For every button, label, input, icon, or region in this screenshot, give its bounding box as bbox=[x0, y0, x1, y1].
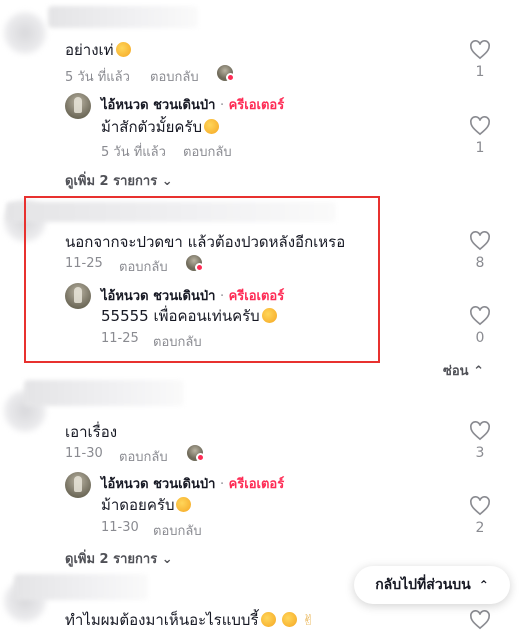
reply-date: 11-25 bbox=[101, 331, 139, 346]
comment-text: อย่างเท่ bbox=[65, 38, 131, 62]
emoji-icon bbox=[115, 42, 131, 57]
like-count: 1 bbox=[475, 140, 485, 156]
comment-date: 11-25 bbox=[65, 256, 103, 271]
creator-avatar[interactable] bbox=[65, 283, 91, 309]
reply-button[interactable]: ตอบกลับ bbox=[119, 256, 168, 277]
back-to-top-button[interactable]: กลับไปที่ส่วนบน ⌃ bbox=[354, 566, 510, 604]
emoji-icon bbox=[204, 119, 220, 134]
reply-author[interactable]: ไอ้หนวด ชวนเดินป่า · ครีเอเตอร์ bbox=[101, 94, 284, 115]
commenter-name[interactable] bbox=[24, 380, 184, 406]
chevron-up-icon: ⌃ bbox=[473, 364, 484, 379]
like-count: 8 bbox=[475, 255, 485, 271]
like-heart-icon[interactable] bbox=[469, 421, 491, 441]
double-chevron-up-icon: ⌃ bbox=[478, 578, 489, 592]
creator-avatar[interactable] bbox=[65, 93, 91, 119]
emoji-icon bbox=[260, 612, 276, 627]
emoji-icon bbox=[176, 497, 192, 512]
reply-author[interactable]: ไอ้หนวด ชวนเดินป่า · ครีเอเตอร์ bbox=[101, 473, 284, 494]
creator-liked-heart-badge bbox=[195, 263, 204, 272]
creator-label: ครีเอเตอร์ bbox=[228, 98, 285, 113]
commenter-name[interactable] bbox=[48, 6, 198, 28]
like-heart-icon[interactable] bbox=[469, 306, 491, 326]
comment-text: นอกจากจะปวดขา แล้วต้องปวดหลังอีกเหรอ bbox=[65, 233, 346, 251]
reply-button[interactable]: ตอบกลับ bbox=[153, 331, 202, 352]
reply-button[interactable]: ตอบกลับ bbox=[119, 446, 168, 467]
reply-date: 5 วัน ที่แล้ว bbox=[101, 145, 166, 160]
reply-button[interactable]: ตอบกลับ bbox=[153, 520, 202, 541]
reply-button[interactable]: ตอบกลับ bbox=[183, 141, 232, 162]
creator-liked-heart-badge bbox=[196, 453, 205, 462]
chevron-down-icon: ⌄ bbox=[161, 174, 173, 189]
victory-hand-icon: ✌ bbox=[302, 611, 315, 629]
like-count: 3 bbox=[475, 445, 485, 461]
comment-date: 5 วัน ที่แล้ว bbox=[65, 70, 130, 85]
commenter-name[interactable] bbox=[14, 574, 148, 600]
emoji-icon bbox=[261, 308, 277, 323]
view-more-replies-button[interactable]: ดูเพิ่ม 2 รายการ ⌄ bbox=[65, 170, 173, 191]
creator-label: ครีเอเตอร์ bbox=[228, 477, 285, 492]
comment-text: ทำไมผมต้องมาเห็นอะไรแบบรี้ ✌ bbox=[65, 611, 315, 629]
comment-text: เอาเรื่อง bbox=[65, 423, 118, 441]
hide-replies-button[interactable]: ซ่อน ⌃ bbox=[443, 360, 484, 381]
creator-avatar[interactable] bbox=[65, 472, 91, 498]
commenter-avatar[interactable] bbox=[4, 12, 46, 54]
highlight-box bbox=[24, 196, 380, 363]
like-count: 0 bbox=[475, 330, 485, 346]
creator-label: ครีเอเตอร์ bbox=[228, 289, 285, 304]
view-more-replies-button[interactable]: ดูเพิ่ม 2 รายการ ⌄ bbox=[65, 548, 173, 569]
creator-liked-heart-badge bbox=[226, 73, 235, 82]
reply-text: ม้าสักตัวมั้ยครับ bbox=[101, 115, 220, 139]
comment-date: 11-30 bbox=[65, 446, 103, 461]
reply-author[interactable]: ไอ้หนวด ชวนเดินป่า · ครีเอเตอร์ bbox=[101, 285, 284, 306]
reply-text: 55555 เพื่อคอนเท่นครับ bbox=[101, 304, 277, 328]
reply-text: ม้าดอยครับ bbox=[101, 493, 192, 517]
like-heart-icon[interactable] bbox=[469, 496, 491, 516]
like-heart-icon[interactable] bbox=[469, 116, 491, 136]
chevron-down-icon: ⌄ bbox=[161, 552, 173, 567]
reply-date: 11-30 bbox=[101, 520, 139, 535]
like-heart-icon[interactable] bbox=[469, 231, 491, 251]
like-count: 2 bbox=[475, 520, 485, 536]
like-heart-icon[interactable] bbox=[469, 610, 491, 630]
like-count: 1 bbox=[475, 64, 485, 80]
reply-button[interactable]: ตอบกลับ bbox=[150, 66, 199, 87]
back-to-top-label: กลับไปที่ส่วนบน bbox=[375, 577, 471, 593]
like-heart-icon[interactable] bbox=[469, 40, 491, 60]
emoji-icon bbox=[282, 612, 298, 627]
